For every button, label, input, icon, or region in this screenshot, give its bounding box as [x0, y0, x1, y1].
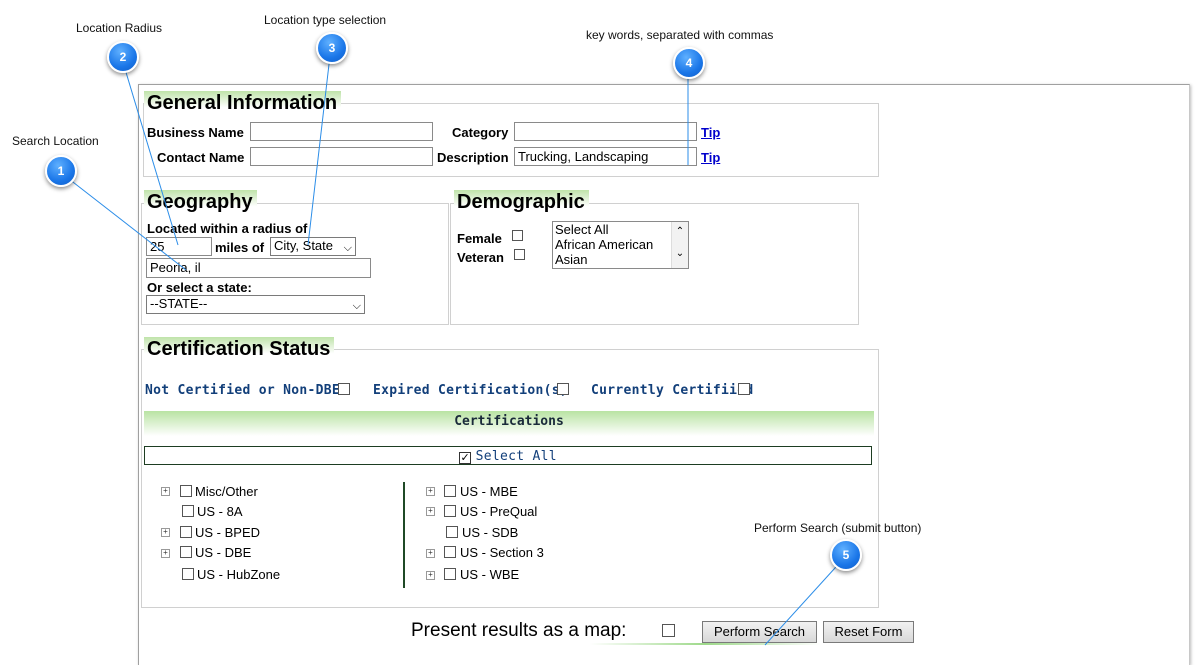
callout-line-1: [59, 171, 187, 271]
annotation-badge-3: 3: [316, 32, 348, 64]
annotation-badge-1: 1: [45, 155, 77, 187]
annotation-label-4: key words, separated with commas: [586, 28, 774, 42]
annotation-label-1: Search Location: [12, 134, 99, 148]
callout-line-2: [121, 58, 179, 246]
annotation-badge-5: 5: [830, 539, 862, 571]
annotation-label-2: Location Radius: [76, 21, 163, 35]
annotation-badge-2: 2: [107, 41, 139, 73]
callout-line-3: [307, 46, 332, 246]
callout-lines: [59, 46, 846, 646]
annotation-badge-4: 4: [673, 47, 705, 79]
callout-line-5: [764, 556, 846, 646]
annotation-label-3: Location type selection: [264, 13, 387, 27]
annotation-label-5: Perform Search (submit button): [754, 521, 922, 535]
